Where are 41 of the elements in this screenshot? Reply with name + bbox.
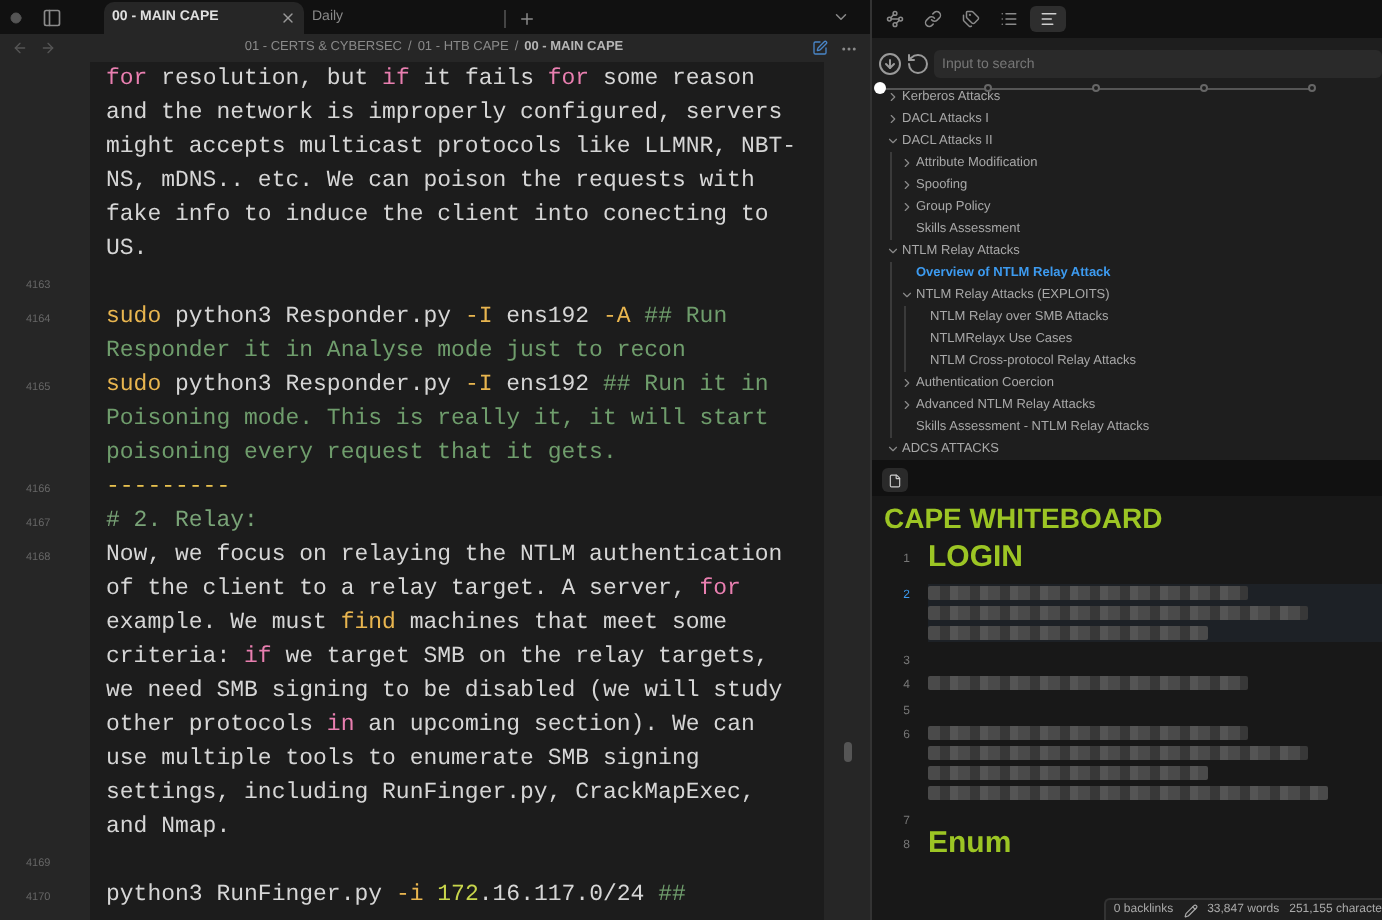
scrollbar-thumb[interactable] [843,742,851,762]
chevron-down-icon[interactable] [885,134,899,148]
chevron-right-icon[interactable] [899,398,913,412]
pencil-icon[interactable] [1183,903,1198,917]
chevron-right-icon[interactable] [885,90,899,104]
note-title: CAPE WHITEBOARD [882,500,1165,536]
section-heading: LOGIN [928,540,1025,576]
chevron-down-icon[interactable] [885,442,899,456]
outline-button[interactable] [1030,6,1066,32]
chevron-right-icon[interactable] [885,112,899,126]
chevron-right-icon[interactable] [899,376,913,390]
chevron-right-icon[interactable] [899,200,913,214]
window-dot-icon[interactable] [10,11,22,23]
code-line: sudo python3 Responder.py -I ens192 ## Run it in Poisoning mode. This is really it, it will start poisoning every request that it gets. [106,370,771,470]
tags-icon[interactable] [962,10,980,28]
chevron-down-icon[interactable] [885,244,899,258]
code-line: # 2. Relay: [106,506,260,538]
edit-icon[interactable] [812,40,828,56]
tab-list-icon[interactable] [832,8,850,26]
code-line: sudo python3 Responder.py -I ens192 -A ## Run Responder it in Analyse mode just to recon [106,302,730,368]
reset-circle-icon[interactable] [906,52,930,76]
link-icon[interactable] [924,10,942,28]
new-tab-icon[interactable] [518,9,536,27]
graph-icon[interactable] [886,10,904,28]
list-icon[interactable] [1000,10,1018,28]
code-line: Now, we focus on relaying the NTLM authentication of the client to a relay target. A server, for example. We must find machines that meet some criteria: if we target SMB on the relay targets, we need SMB signing to be disabled (we will study other protocols in an upcoming section). We can use multiple tools to enumerate SMB signing settings, including RunFinger.py, CrackMapExec, and Nmap. [106,540,785,844]
expand-circle-icon[interactable] [878,52,902,76]
chevron-right-icon[interactable] [899,156,913,170]
file-icon[interactable] [888,473,902,487]
code-line: for resolution, but if it fails for some reason and the network is improperly configured, servers might accepts multicast protocols like LLMNR, NBT-NS, mDNS.. etc. We can poison the requests with fake info to induce the client into conecting to US. [106,64,799,266]
chevron-down-icon[interactable] [899,288,913,302]
section-heading: Enum [928,826,1014,862]
close-icon[interactable] [280,10,296,26]
file-tab-button[interactable] [882,468,908,492]
outline-icon[interactable] [1039,10,1057,28]
heading-level-slider[interactable] [880,84,1312,90]
sidebar-toggle-icon[interactable] [42,7,62,27]
code-line: python3 RunFinger.py -i 172.16.117.0/24 ## [106,880,688,912]
code-line: --------- [106,472,233,504]
slider-thumb[interactable] [874,82,886,94]
chevron-right-icon[interactable] [899,178,913,192]
